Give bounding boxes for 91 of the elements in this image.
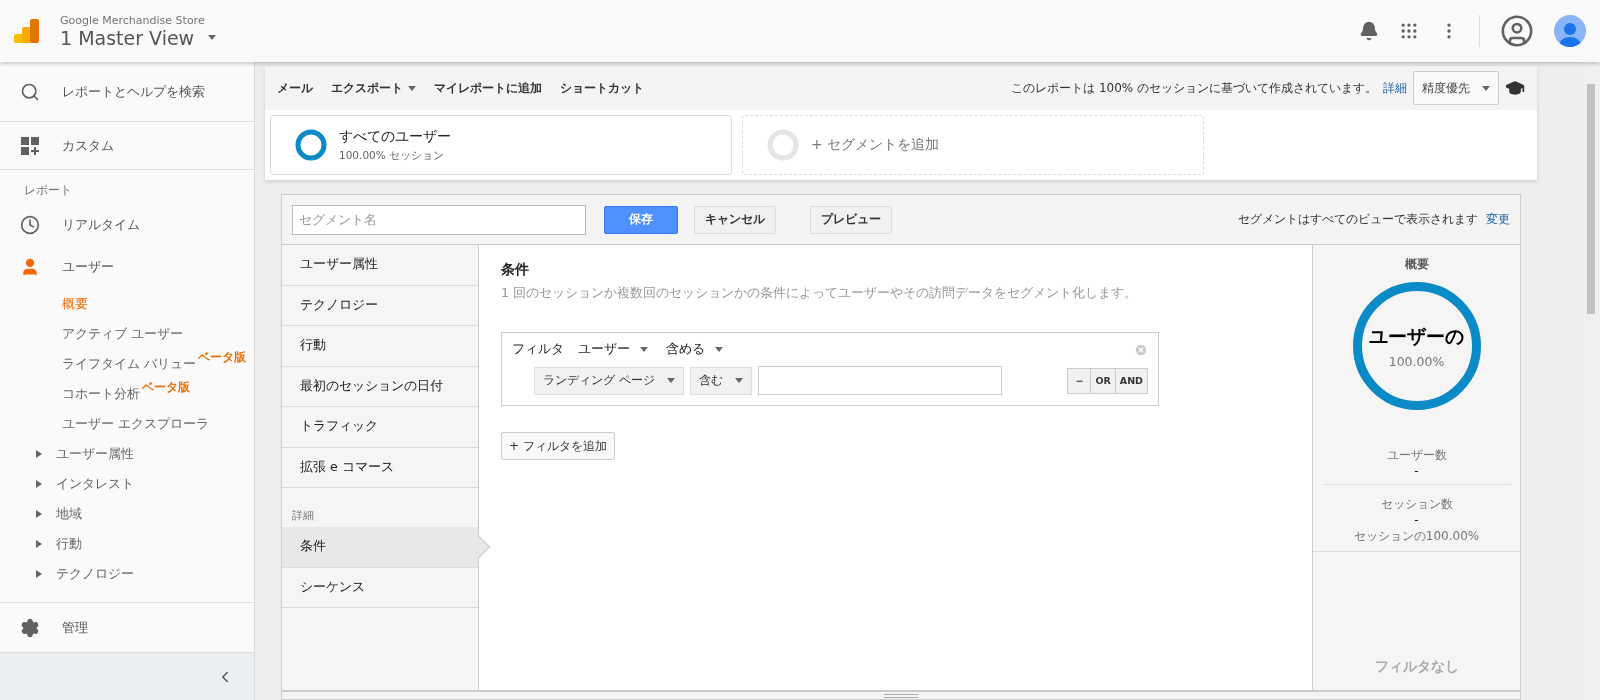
- change-link[interactable]: 変更: [1486, 211, 1510, 228]
- stat-value: -: [1414, 513, 1419, 527]
- nav-subitem[interactable]: アクティブ ユーザー: [0, 319, 254, 349]
- filter-label: フィルタ: [512, 341, 564, 358]
- expand-triangle-icon: [36, 510, 42, 518]
- logic-button[interactable]: AND: [1114, 367, 1148, 394]
- scrollbar-thumb[interactable]: [1587, 84, 1595, 314]
- sampling-note: このレポートは 100% のセッションに基づいて作成されています。: [1011, 79, 1377, 97]
- visibility-note: セグメントはすべてのビューで表示されます: [1238, 211, 1478, 228]
- dashboard-plus-icon: [20, 135, 40, 156]
- category-heading: 詳細: [291, 508, 315, 524]
- category-tab[interactable]: 最初のセッションの日付: [282, 366, 478, 407]
- nav-group[interactable]: 地域: [0, 499, 254, 529]
- category-tab[interactable]: テクノロジー: [282, 285, 478, 326]
- account-name: Google Merchandise Store: [60, 13, 206, 27]
- expand-triangle-icon: [36, 570, 42, 578]
- caret-icon: [666, 378, 675, 383]
- stat-label: ユーザー数: [1386, 447, 1447, 464]
- expand-triangle-icon: [36, 540, 42, 548]
- segment-name-input[interactable]: セグメント名: [292, 204, 586, 235]
- segment-ring-icon: [295, 129, 327, 161]
- nav-subitem[interactable]: ユーザー エクスプローラ: [0, 409, 254, 439]
- precision-select[interactable]: 精度優先: [1413, 71, 1499, 105]
- resize-handle[interactable]: [281, 690, 1521, 700]
- stat-label: セッション数: [1380, 496, 1453, 513]
- cancel-button[interactable]: キャンセル: [694, 205, 776, 234]
- dimension-dropdown[interactable]: ランディング ページ: [534, 366, 684, 395]
- scope-dropdown[interactable]: ユーザー: [574, 341, 652, 358]
- nav-subitem[interactable]: コホート分析 ベータ版: [0, 379, 254, 409]
- nav-subitem[interactable]: ライフタイム バリュー ベータ版: [0, 349, 254, 379]
- nav-group[interactable]: ユーザー属性: [0, 439, 254, 469]
- condition-description: 1 回のセッションか複数回のセッションかの条件によってユーザーやその訪問データをセグメント化します。: [501, 285, 1137, 302]
- condition-title: 条件: [501, 261, 529, 279]
- ring-percent: 100.00%: [1388, 353, 1445, 369]
- view-selector[interactable]: 1 Master View: [60, 26, 217, 49]
- beta-label: ベータ版: [142, 380, 190, 394]
- category-tab[interactable]: ユーザー属性: [282, 245, 478, 286]
- stat-note: セッションの100.00%: [1353, 528, 1480, 545]
- category-tab[interactable]: トラフィック: [282, 407, 478, 448]
- custom-nav-item[interactable]: カスタム: [0, 122, 254, 170]
- caret-icon: [208, 35, 217, 40]
- preview-button[interactable]: プレビュー: [810, 205, 892, 234]
- caret-icon: [715, 347, 723, 352]
- category-tab[interactable]: 拡張 e コマース: [282, 447, 478, 488]
- no-filter-text: フィルタなし: [1374, 658, 1459, 676]
- category-tab[interactable]: シーケンス: [282, 567, 478, 608]
- expand-triangle-icon: [36, 480, 42, 488]
- search-reports-button[interactable]: レポートとヘルプを検索: [0, 62, 254, 122]
- section-label: レポート: [23, 182, 73, 199]
- add-filter-button[interactable]: + フィルタを追加: [501, 432, 615, 460]
- toolbar-action[interactable]: ショートカット: [560, 79, 644, 97]
- toolbar-action[interactable]: メール: [277, 79, 313, 97]
- logic-button[interactable]: OR: [1090, 367, 1116, 394]
- nav-group[interactable]: 行動: [0, 529, 254, 559]
- segment-card[interactable]: すべてのユーザー 100.00% セッション: [270, 115, 732, 175]
- nav-group[interactable]: インタレスト: [0, 469, 254, 499]
- empty-ring-icon: [767, 129, 799, 161]
- category-tab[interactable]: 行動: [282, 326, 478, 367]
- user-avatar[interactable]: [1554, 15, 1586, 47]
- expand-triangle-icon: [36, 450, 42, 458]
- account-icon[interactable]: [1500, 14, 1534, 48]
- segment-detail: 100.00% セッション: [339, 148, 446, 163]
- apps-grid-icon[interactable]: [1399, 21, 1419, 41]
- add-segment-card[interactable]: + セグメントを追加: [742, 115, 1204, 175]
- analytics-logo: [14, 18, 40, 44]
- segment-name: すべてのユーザー: [339, 127, 451, 146]
- caret-icon: [1482, 85, 1490, 91]
- realtime-nav-item[interactable]: リアルタイム: [0, 205, 254, 245]
- person-icon: [20, 257, 40, 277]
- search-icon: [20, 81, 40, 102]
- details-link[interactable]: 詳細: [1383, 79, 1407, 97]
- caret-icon: [408, 85, 416, 91]
- notifications-icon[interactable]: [1359, 21, 1379, 41]
- user-nav-item[interactable]: ユーザー: [0, 245, 254, 289]
- graduation-cap-icon[interactable]: [1505, 78, 1525, 98]
- add-segment-label: + セグメントを追加: [811, 136, 940, 154]
- caret-icon: [640, 347, 648, 352]
- summary-title: 概要: [1404, 257, 1429, 272]
- settings-icon: [20, 617, 40, 638]
- filter-value-input[interactable]: [757, 366, 1002, 395]
- toolbar-action[interactable]: エクスポート: [331, 79, 416, 97]
- ring-label: ユーザーの: [1369, 323, 1464, 349]
- caret-icon: [734, 378, 743, 383]
- logic-button[interactable]: −: [1067, 367, 1092, 394]
- clock-icon: [20, 215, 40, 235]
- toolbar-action[interactable]: マイレポートに追加: [434, 79, 542, 97]
- stat-value: -: [1414, 464, 1419, 478]
- beta-label: ベータ版: [198, 350, 246, 364]
- operator-dropdown[interactable]: 含む: [689, 366, 752, 395]
- mode-dropdown[interactable]: 含める: [662, 341, 727, 358]
- nav-group[interactable]: テクノロジー: [0, 559, 254, 589]
